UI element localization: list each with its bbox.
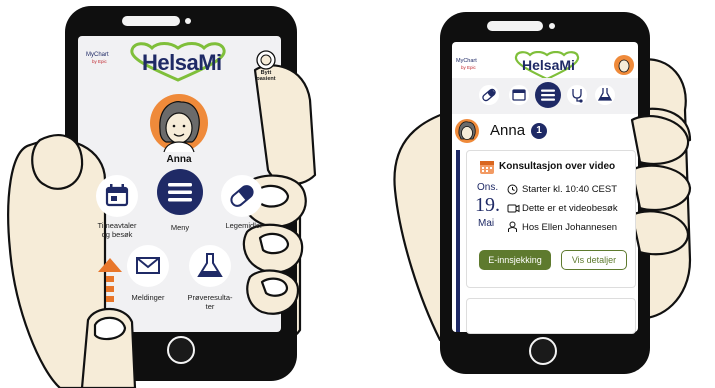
appointment-time: Starter kl. 10:40 CEST bbox=[522, 184, 618, 195]
appointment-provider: Hos Ellen Johannesen bbox=[522, 222, 618, 233]
switch-patient-button[interactable]: Bytt pasient bbox=[253, 50, 279, 84]
menu-button[interactable]: Meny bbox=[156, 168, 204, 232]
test-results-label-1: Prøveresulta- bbox=[187, 293, 233, 302]
appointment-card[interactable]: Konsultasjon over video Ons. 19. Mai Sta… bbox=[466, 150, 636, 288]
test-results-label-2: ter bbox=[205, 302, 215, 311]
flask-icon bbox=[189, 245, 231, 287]
pill-icon[interactable] bbox=[478, 84, 500, 106]
mychart-brand: MyChart bbox=[86, 52, 109, 58]
calendar-icon[interactable] bbox=[508, 84, 530, 106]
pill-icon bbox=[221, 175, 263, 217]
right-fingers-right-scene bbox=[630, 115, 692, 256]
appointment-title: Konsultasjon over video bbox=[499, 161, 616, 172]
details-button[interactable]: Vis detaljer bbox=[561, 250, 627, 270]
helsami-logo: HelsaMi bbox=[522, 57, 575, 73]
appointments-label-1: Timeavtaler bbox=[97, 221, 137, 230]
right-screen: MyChart by Epic HelsaMi Anna 1 Konsultas… bbox=[452, 42, 638, 334]
medications-button[interactable]: Legemidler bbox=[220, 174, 264, 238]
calendar-icon bbox=[480, 161, 494, 174]
messages-button[interactable]: Meldinger bbox=[126, 244, 170, 304]
flask-icon[interactable] bbox=[594, 84, 616, 106]
avatar-icon bbox=[256, 50, 276, 70]
appointment-month: Mai bbox=[478, 218, 495, 229]
appointment-weekday: Ons. bbox=[477, 182, 499, 193]
avatar-icon[interactable] bbox=[613, 54, 635, 76]
appointment-video: Dette er et videobesøk bbox=[522, 203, 618, 214]
mychart-brand: MyChart bbox=[456, 58, 477, 64]
messages-label: Meldinger bbox=[131, 293, 165, 302]
clock-icon bbox=[507, 184, 518, 195]
epic-brand: by Epic bbox=[461, 65, 476, 70]
medications-label: Legemidler bbox=[225, 221, 263, 230]
checkin-button[interactable]: E-innsjekking bbox=[479, 250, 551, 270]
next-card[interactable] bbox=[466, 298, 636, 334]
appointments-label-2: og besøk bbox=[101, 230, 133, 239]
patient-name: Anna bbox=[490, 122, 526, 139]
notification-badge[interactable]: 1 bbox=[531, 123, 547, 139]
appointment-day: 19. bbox=[475, 194, 500, 216]
stethoscope-icon[interactable] bbox=[566, 84, 588, 106]
calendar-icon bbox=[96, 175, 138, 217]
menu-icon[interactable] bbox=[534, 81, 562, 109]
timeline-bar bbox=[456, 150, 460, 332]
menu-icon bbox=[157, 169, 203, 215]
nav-bar bbox=[452, 78, 638, 114]
person-icon bbox=[508, 221, 517, 232]
envelope-icon bbox=[127, 245, 169, 287]
patient-name: Anna bbox=[166, 154, 192, 165]
switch-patient-label-2: pasient bbox=[256, 76, 276, 82]
menu-label: Meny bbox=[170, 223, 190, 232]
helsami-logo: HelsaMi bbox=[142, 50, 222, 75]
video-icon bbox=[507, 204, 520, 213]
epic-brand: by Epic bbox=[92, 59, 107, 64]
left-screen: MyChart by Epic HelsaMi Bytt pasient Ann… bbox=[78, 36, 281, 332]
appointments-button[interactable]: Timeavtaler og besøk bbox=[95, 174, 139, 239]
patient-avatar bbox=[150, 94, 208, 153]
patient-avatar bbox=[455, 119, 479, 143]
test-results-button[interactable]: Prøveresulta- ter bbox=[187, 244, 233, 314]
